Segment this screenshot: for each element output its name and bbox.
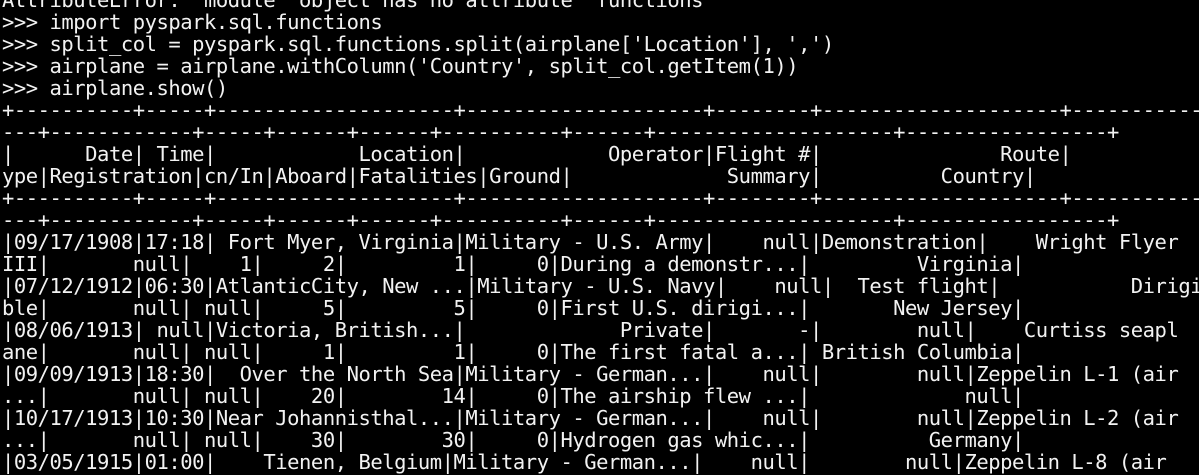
terminal-line-command: >>> split_col = pyspark.sql.functions.sp… bbox=[2, 32, 834, 56]
table-row-line: |08/06/1913| null|Victoria, British...| … bbox=[2, 318, 1179, 342]
table-row-line: ...| null| null| 20| 14| 0|The airship f… bbox=[2, 384, 1024, 408]
table-row-line: |09/09/1913|18:30| Over the North Sea|Mi… bbox=[2, 362, 1179, 386]
table-row-line: ane| null| null| 1| 1| 0|The first fatal… bbox=[2, 340, 1024, 364]
table-border-line: +----------+-----+--------------------+-… bbox=[2, 98, 1199, 122]
table-row-line: |03/05/1915|01:00| Tienen, Belgium|Milit… bbox=[2, 450, 1167, 474]
table-row-line: III| null| 1| 2| 1| 0|During a demonstr.… bbox=[2, 252, 1024, 276]
terminal-window[interactable]: AttributeError: 'module' object has no a… bbox=[0, 0, 1199, 475]
table-row-line: ...| null| null| 30| 30| 0|Hydrogen gas … bbox=[2, 428, 1024, 452]
terminal-line-command: >>> airplane = airplane.withColumn('Coun… bbox=[2, 54, 799, 78]
table-row-line: |09/17/1908|17:18| Fort Myer, Virginia|M… bbox=[2, 230, 1179, 254]
table-header-line: ype|Registration|cn/In|Aboard|Fatalities… bbox=[2, 164, 1036, 188]
table-border-line: ---+------------+-----+------+------+---… bbox=[2, 120, 1119, 144]
table-header-line: | Date| Time| Location| Operator|Flight … bbox=[2, 142, 1199, 166]
terminal-line-command: >>> import pyspark.sql.functions bbox=[2, 10, 383, 34]
table-border-line: ---+------------+-----+------+------+---… bbox=[2, 208, 1119, 232]
table-row-line: |10/17/1913|10:30|Near Johannisthal...|M… bbox=[2, 406, 1179, 430]
terminal-line-command: >>> airplane.show() bbox=[2, 76, 228, 100]
table-border-line: +----------+-----+--------------------+-… bbox=[2, 186, 1199, 210]
table-row-line: |07/12/1912|06:30|AtlanticCity, New ...|… bbox=[2, 274, 1199, 298]
table-row-line: ble| null| null| 5| 5| 0|First U.S. diri… bbox=[2, 296, 1024, 320]
